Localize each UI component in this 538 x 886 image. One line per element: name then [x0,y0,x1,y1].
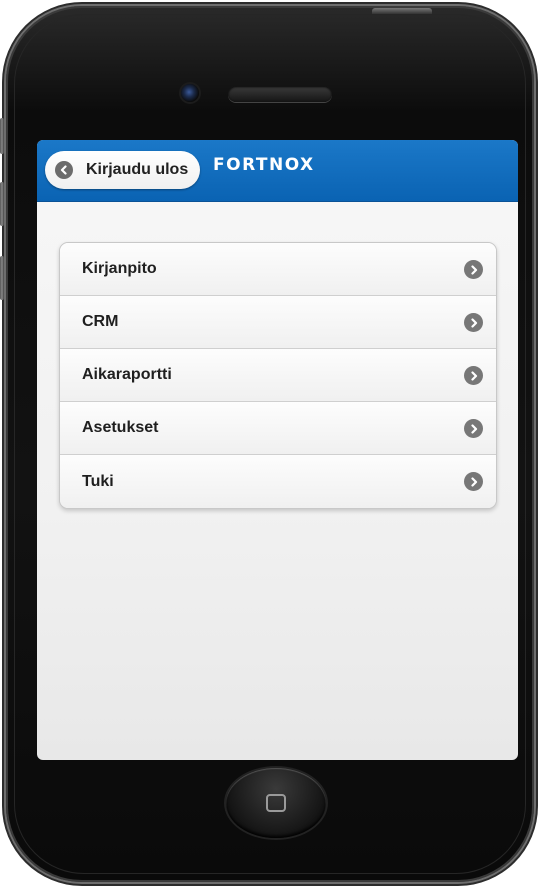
chevron-left-icon [55,161,73,179]
menu-item-crm[interactable]: CRM [60,296,496,349]
menu-item-asetukset[interactable]: Asetukset [60,402,496,455]
power-button [372,8,432,14]
volume-down-button [0,256,4,300]
app-screen: FORTNOX Kirjaudu ulos Kirjanpito CRM Aik… [37,140,518,760]
mute-switch [0,118,4,154]
menu-item-label: Asetukset [82,419,159,436]
front-camera [181,84,199,102]
menu-item-tuki[interactable]: Tuki [60,455,496,508]
menu-item-aikaraportti[interactable]: Aikaraportti [60,349,496,402]
chevron-right-icon [464,472,483,491]
chevron-right-icon [464,313,483,332]
app-header: FORTNOX Kirjaudu ulos [37,140,518,202]
main-menu: Kirjanpito CRM Aikaraportti Asetukset Tu… [59,242,497,509]
menu-item-kirjanpito[interactable]: Kirjanpito [60,243,496,296]
chevron-right-icon [464,366,483,385]
logout-label: Kirjaudu ulos [86,161,189,178]
logout-button[interactable]: Kirjaudu ulos [45,151,201,189]
home-button[interactable] [226,768,326,838]
earpiece-speaker [228,86,332,102]
volume-up-button [0,182,4,226]
menu-item-label: Kirjanpito [82,260,157,277]
menu-item-label: Aikaraportti [82,366,172,383]
fortnox-logo: FORTNOX [213,155,315,175]
chevron-right-icon [464,419,483,438]
menu-item-label: Tuki [82,472,114,490]
menu-item-label: CRM [82,313,119,330]
home-button-icon [266,794,286,812]
chevron-right-icon [464,260,483,279]
